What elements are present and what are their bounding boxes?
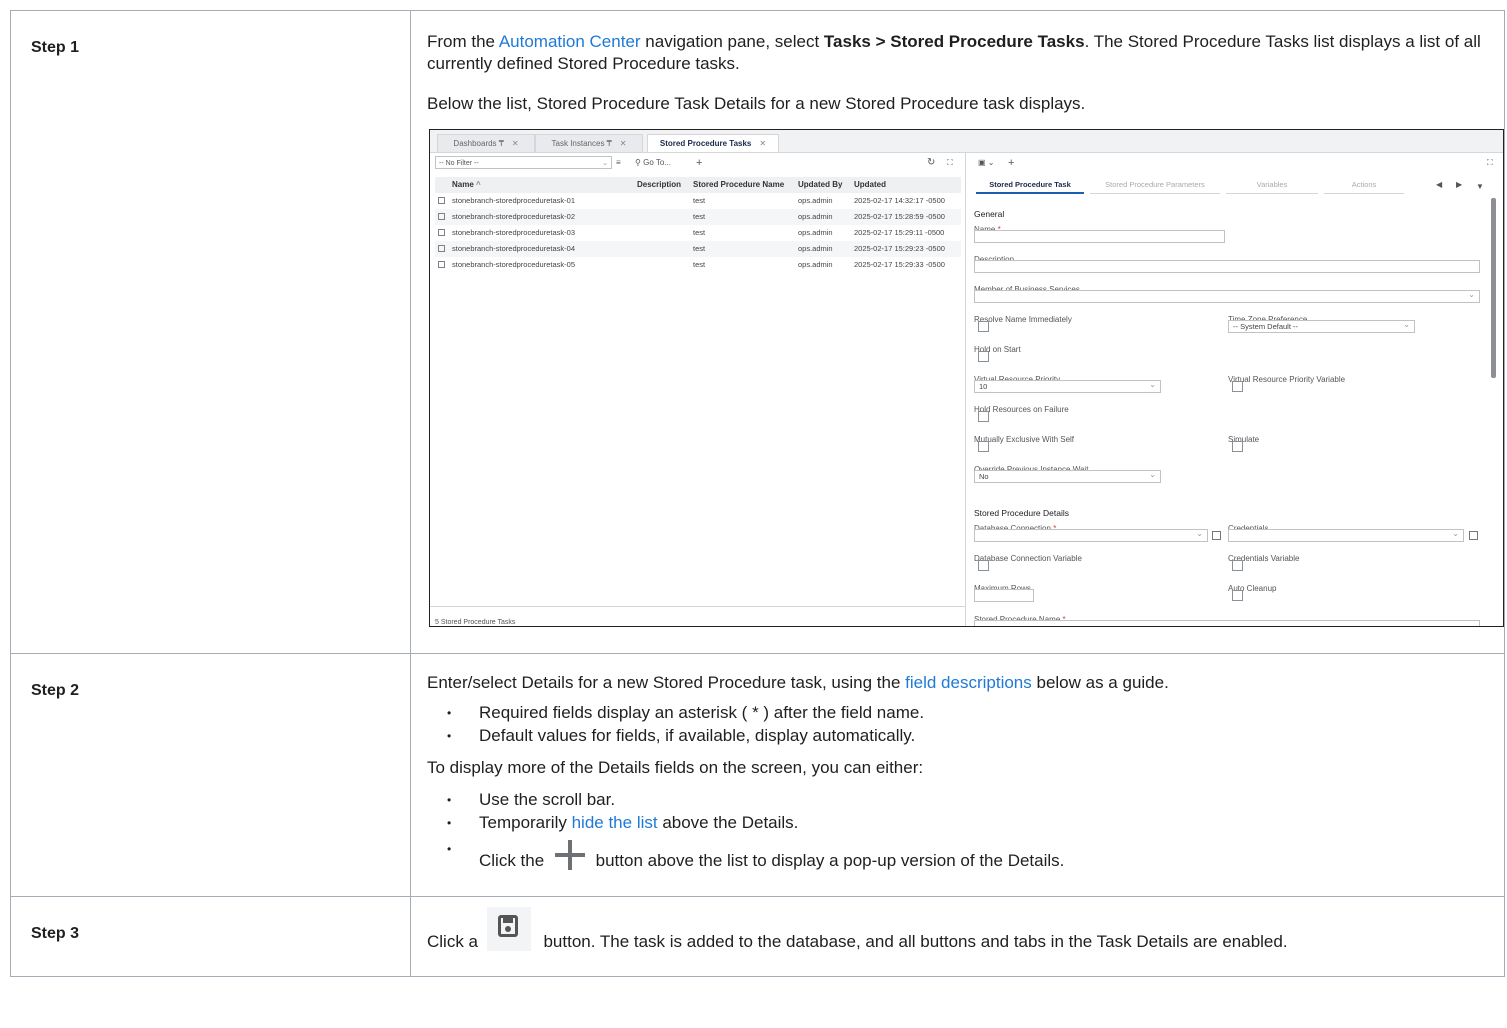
name-field[interactable] [974,230,1225,243]
tab-actions[interactable]: Actions [1324,176,1404,194]
hide-the-list-link[interactable]: hide the list [572,813,658,832]
table-row[interactable]: stonebranch-storedproceduretask-03 test op… [435,225,961,241]
list-item: Temporarily hide the list above the Deta… [447,812,1504,834]
credentials-select[interactable] [1228,528,1464,542]
task-icon [438,213,445,220]
tab-menu-icon[interactable]: ▼ [1476,180,1484,194]
resolve-name-checkbox[interactable] [978,321,989,332]
time-zone-select[interactable]: -- System Default -- [1228,319,1415,333]
close-icon: ✕ [619,139,627,148]
task-icon [438,245,445,252]
task-icon [438,197,445,204]
close-icon: ✕ [511,139,519,148]
add-task-button[interactable]: + [696,156,702,170]
hold-on-start-checkbox[interactable] [978,351,989,362]
table-header: Name ^ Description Stored Procedure Name… [435,177,961,193]
step-1-body: From the Automation Center navigation pa… [410,10,1505,654]
list-footer-divider [430,606,965,607]
filter-select[interactable]: -- No Filter -- ⌄ [435,156,612,169]
filter-icon[interactable]: ≡ [616,156,621,170]
refresh-icon[interactable]: ↻ [927,156,935,170]
column-name[interactable]: Name [452,177,474,193]
details-icon[interactable] [1212,531,1221,540]
task-icon [438,229,445,236]
tab-stored-procedure-tasks[interactable]: Stored Procedure Tasks ✕ [647,134,779,152]
close-icon: ✕ [759,139,767,148]
expand-icon[interactable]: ⛶ [1487,156,1493,170]
task-count: 5 Stored Procedure Tasks [435,619,516,626]
tab-stored-procedure-task[interactable]: Stored Procedure Task [976,176,1084,194]
search-icon: ⚲ [635,158,641,167]
plus-icon [553,838,587,872]
override-wait-select[interactable]: No [974,469,1161,483]
tab-stored-procedure-parameters[interactable]: Stored Procedure Parameters [1090,176,1220,194]
table-row[interactable]: stonebranch-storedproceduretask-05 test op… [435,257,961,273]
vrp-variable-checkbox[interactable] [1232,381,1243,392]
db-connection-variable-label: Database Connection Variable [974,554,1082,563]
list-item: Default values for fields, if available,… [447,725,1504,747]
list-item: Use the scroll bar. [447,789,1504,811]
step-2-label: Step 2 [10,653,411,897]
pane-divider [965,152,966,626]
tab-dashboards[interactable]: Dashboards ₸ ✕ [437,134,535,152]
tab-scroll-left-icon[interactable]: ◀ [1436,178,1442,192]
step-2-paragraph-1: Enter/select Details for a new Stored Pr… [427,673,1169,692]
step-3-paragraph: Click a button. The task is added to the… [427,907,1504,953]
table-row[interactable]: stonebranch-storedproceduretask-01 test op… [435,193,961,209]
db-connection-variable-checkbox[interactable] [978,560,989,571]
description-field[interactable] [974,260,1480,273]
mutually-exclusive-checkbox[interactable] [978,441,989,452]
step-2-list-1: Required fields display an asterisk ( * … [427,702,1504,747]
tab-task-instances[interactable]: Task Instances ₸ ✕ [535,134,643,152]
go-to-button[interactable]: ⚲ Go To... [635,156,671,170]
hold-resources-checkbox[interactable] [978,411,989,422]
automation-center-link[interactable]: Automation Center [499,32,641,51]
tab-scroll-right-icon[interactable]: ▶ [1456,178,1462,192]
details-icon[interactable] [1469,531,1478,540]
member-of-business-services-select[interactable] [974,289,1480,303]
vrp-variable-label: Virtual Resource Priority Variable [1228,375,1346,384]
column-updated-by[interactable]: Updated By [798,177,842,193]
column-description[interactable]: Description [637,177,681,193]
details-scrollbar[interactable] [1491,198,1496,378]
simulate-checkbox[interactable] [1232,441,1243,452]
maximum-rows-field[interactable] [974,589,1034,602]
maximize-icon[interactable]: ⛶ [947,156,953,170]
table-row[interactable]: stonebranch-storedproceduretask-02 test op… [435,209,961,225]
mutually-exclusive-label: Mutually Exclusive With Self [974,435,1075,444]
stored-procedure-tasks-screenshot: Dashboards ₸ ✕ Task Instances ₸ ✕ Stored P… [429,129,1504,627]
list-toolbar: -- No Filter -- ⌄ ≡ ⚲ Go To... + ↻ ⛶ ▣ ⌄ … [430,153,1503,173]
field-descriptions-link[interactable]: field descriptions [905,673,1032,692]
credentials-variable-checkbox[interactable] [1232,560,1243,571]
step-1-paragraph-2: Below the list, Stored Procedure Task De… [427,94,1086,113]
tab-bar: Dashboards ₸ ✕ Task Instances ₸ ✕ Stored P… [430,130,1503,153]
step-1-label: Step 1 [10,10,411,654]
virtual-resource-priority-select[interactable]: 10 [974,379,1161,393]
list-item: Click the button above the list to displ… [447,838,1504,872]
auto-cleanup-checkbox[interactable] [1232,590,1243,601]
list-item: Required fields display an asterisk ( * … [447,702,1504,724]
database-connection-select[interactable] [974,528,1208,542]
step-3-body: Click a button. The task is added to the… [410,896,1505,977]
stored-procedure-name-field[interactable] [974,620,1480,626]
steps-table: Step 1 From the Automation Center naviga… [10,10,1505,977]
step-2-paragraph-2: To display more of the Details fields on… [427,758,924,777]
column-updated[interactable]: Updated [854,177,886,193]
task-icon [438,261,445,268]
column-stored-procedure-name[interactable]: Stored Procedure Name [693,177,784,193]
save-menu-icon[interactable]: ▣ ⌄ [978,156,994,170]
step-2-body: Enter/select Details for a new Stored Pr… [410,653,1505,897]
sort-icon: ^ [476,180,481,189]
save-icon [486,907,531,951]
step-3-label: Step 3 [10,896,411,977]
step-2-list-2: Use the scroll bar. Temporarily hide the… [427,789,1504,872]
step-1-paragraph-1: From the Automation Center navigation pa… [427,32,1481,73]
tab-variables[interactable]: Variables [1226,176,1318,194]
new-button[interactable]: + [1008,156,1014,170]
table-row[interactable]: stonebranch-storedproceduretask-04 test op… [435,241,961,257]
